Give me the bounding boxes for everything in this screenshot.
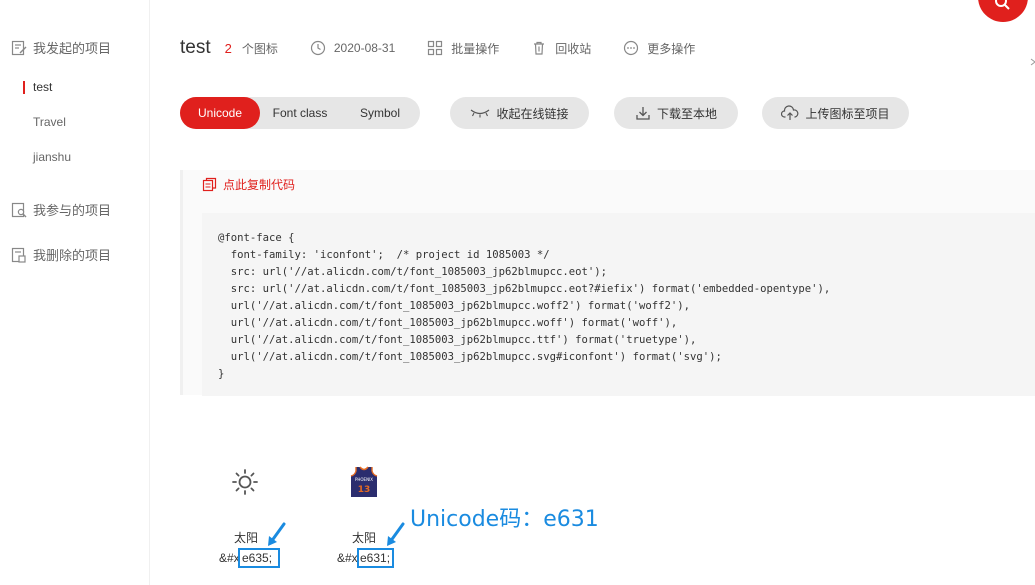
annotation-arrow-icon [268, 522, 286, 546]
project-header: test 2 个图标 2020-08-31 批量操作 回收站 更多操作 [180, 34, 727, 62]
icon-card-jersey[interactable]: PHOENIX 13 [349, 466, 379, 501]
copy-code-label: 点此复制代码 [223, 178, 296, 192]
batch-grid-icon [428, 40, 443, 56]
copy-code-button[interactable]: 点此复制代码 [202, 176, 295, 193]
icon-name: 太阳 [234, 531, 259, 545]
recycle-bin-label: 回收站 [555, 41, 592, 56]
download-icon [636, 107, 650, 120]
recycle-bin-button[interactable]: 回收站 [531, 40, 591, 57]
jersey-number-text: 13 [358, 485, 371, 495]
search-document-icon [11, 202, 27, 217]
sidebar-divider [149, 0, 150, 585]
sidebar-group-label: 我删除的项目 [33, 248, 112, 263]
created-date-text: 2020-08-31 [333, 41, 396, 55]
batch-operation-label: 批量操作 [451, 41, 500, 56]
tab-unicode[interactable]: Unicode [180, 97, 260, 129]
icon-count: 2 [224, 40, 232, 56]
collapse-link-label: 收起在线链接 [496, 106, 569, 121]
search-button[interactable] [978, 0, 1028, 22]
more-operations-label: 更多操作 [647, 41, 696, 56]
search-icon [995, 0, 1010, 10]
cloud-upload-icon [781, 105, 799, 120]
download-label: 下载至本地 [656, 106, 717, 121]
tab-symbol[interactable]: Symbol [340, 97, 420, 129]
jersey-team-text: PHOENIX [355, 477, 373, 482]
upload-label: 上传图标至项目 [805, 106, 890, 121]
unicode-highlight-box [357, 548, 394, 568]
icon-count-unit: 个图标 [241, 41, 278, 56]
more-operations-button[interactable]: 更多操作 [623, 40, 695, 57]
collapse-link-button[interactable]: 收起在线链接 [450, 97, 589, 129]
sidebar-item-travel[interactable]: Travel [33, 115, 66, 129]
sidebar-group-label: 我参与的项目 [33, 203, 112, 218]
sidebar-item-test[interactable]: test [22, 80, 52, 94]
batch-operation-button[interactable]: 批量操作 [427, 40, 499, 57]
sidebar-group-deleted[interactable]: 我删除的项目 [11, 245, 111, 264]
code-format-tabs: Unicode Font class Symbol [180, 97, 420, 129]
unicode-annotation: Unicode码：e631 [410, 507, 599, 532]
upload-button[interactable]: 上传图标至项目 [762, 97, 909, 129]
download-button[interactable]: 下载至本地 [614, 97, 738, 129]
sun-icon [232, 469, 258, 495]
sidebar-group-label: 我发起的项目 [33, 41, 112, 56]
trash-icon [534, 41, 545, 55]
jersey-icon: PHOENIX 13 [350, 466, 378, 497]
unicode-highlight-box [238, 548, 280, 568]
more-dots-icon [624, 40, 639, 56]
eye-closed-icon [471, 109, 490, 118]
copy-icon [202, 177, 217, 192]
deleted-document-icon [11, 247, 26, 263]
sidebar: 我发起的项目 test Travel jianshu 我参与的项目 我删除的项目 [0, 0, 150, 585]
tab-font-class[interactable]: Font class [260, 97, 340, 129]
sidebar-item-jianshu[interactable]: jianshu [33, 150, 71, 164]
page-title: test [180, 37, 211, 58]
icon-unicode-prefix: &#x [337, 551, 358, 565]
icon-name: 太阳 [352, 531, 377, 545]
icon-unicode-prefix: &#x [219, 551, 240, 565]
clock-icon [310, 40, 325, 56]
icon-card-sun[interactable] [230, 467, 260, 500]
annotation-arrow-icon [387, 522, 405, 546]
sidebar-group-participated[interactable]: 我参与的项目 [11, 200, 111, 219]
font-face-code: @font-face { font-family: 'iconfont'; /*… [218, 232, 831, 380]
edit-document-icon [11, 40, 27, 55]
created-date: 2020-08-31 [310, 40, 395, 56]
scroll-indicator-icon [1030, 56, 1035, 68]
sidebar-group-initiated[interactable]: 我发起的项目 [11, 38, 111, 57]
